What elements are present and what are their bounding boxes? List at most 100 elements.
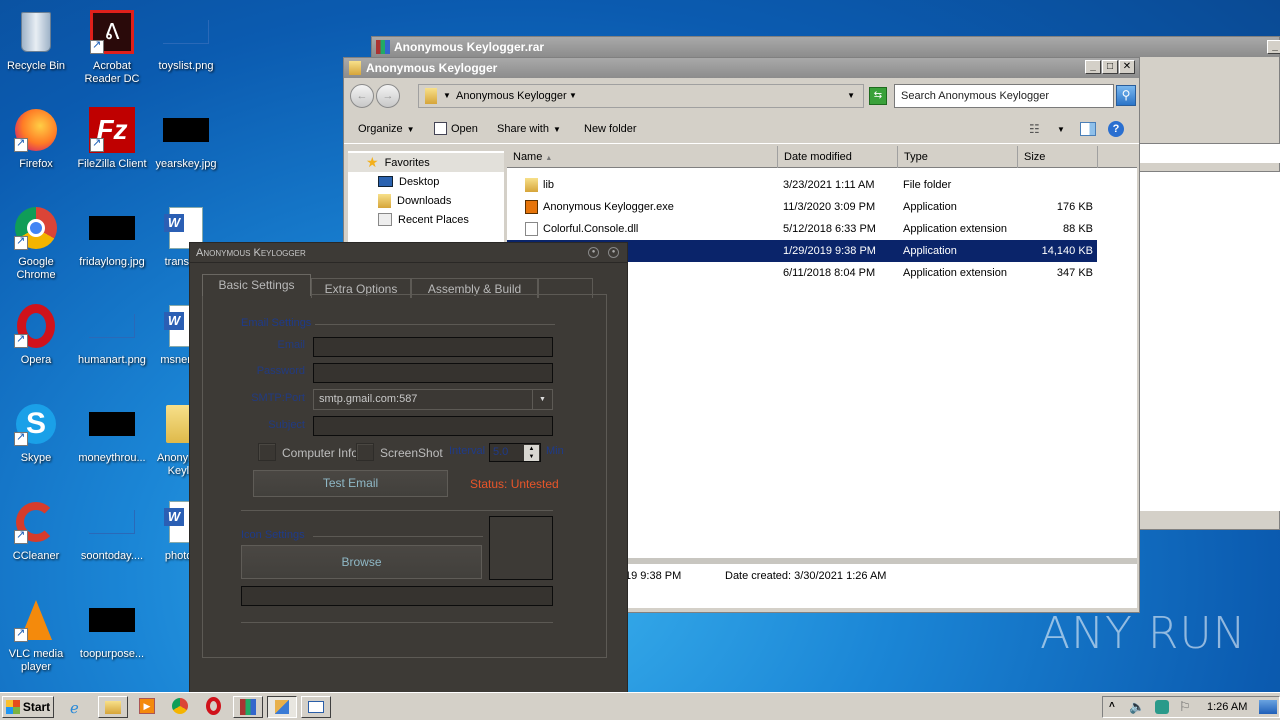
- recycle-bin-icon: [12, 8, 60, 56]
- desktop-icon-firefox[interactable]: Firefox: [0, 106, 74, 171]
- star-icon: ★: [366, 154, 379, 170]
- breadcrumb-current[interactable]: Anonymous Keylogger: [456, 90, 567, 102]
- desktop-icon-skype[interactable]: S Skype: [0, 400, 74, 465]
- new-folder-button[interactable]: New folder: [584, 123, 637, 135]
- browse-button[interactable]: Browse: [241, 545, 482, 579]
- column-header-type[interactable]: Type: [898, 146, 1018, 168]
- keylogger-window[interactable]: Anonymous Keylogger ● ● Basic Settings E…: [189, 242, 628, 693]
- desktop-icon-toyslist[interactable]: toyslist.png: [148, 8, 224, 73]
- maximize-button[interactable]: □: [1102, 60, 1118, 74]
- show-hidden-icons[interactable]: ˄: [1109, 700, 1115, 711]
- password-input[interactable]: [313, 363, 553, 383]
- search-placeholder: Search Anonymous Keylogger: [901, 90, 1049, 102]
- minimize-button[interactable]: ●: [588, 247, 599, 258]
- view-dropdown-icon[interactable]: ▼: [1057, 125, 1065, 134]
- desktop-icon-acrobat[interactable]: ᕕ Acrobat Reader DC: [74, 8, 150, 86]
- desktop-icon-fridaylong[interactable]: fridaylong.jpg: [74, 204, 150, 269]
- dll-icon: [525, 222, 538, 236]
- chrome-icon[interactable]: [172, 698, 188, 714]
- taskbar-winrar[interactable]: [233, 696, 263, 718]
- help-icon[interactable]: ?: [1108, 121, 1124, 137]
- action-center-flag-icon[interactable]: ⚐: [1179, 699, 1191, 715]
- winrar-titlebar[interactable]: Anonymous Keylogger.rar _: [372, 37, 1280, 57]
- column-header-name[interactable]: Name ▲: [507, 146, 778, 168]
- desktop-icon-recycle-bin[interactable]: Recycle Bin: [0, 8, 74, 73]
- breadcrumb-dropdown-icon[interactable]: ▼: [569, 91, 577, 100]
- spinner-down-icon[interactable]: ▼: [524, 453, 539, 461]
- screenshot-label[interactable]: ScreenShot: [380, 446, 443, 460]
- email-input[interactable]: [313, 337, 553, 357]
- column-header-size[interactable]: Size: [1018, 146, 1098, 168]
- nav-desktop[interactable]: Desktop: [348, 172, 504, 191]
- winrar-file-list[interactable]: [1140, 171, 1280, 511]
- taskbar-explorer-window[interactable]: [267, 696, 297, 718]
- file-name: lib: [543, 179, 555, 191]
- nav-downloads[interactable]: Downloads: [348, 191, 504, 210]
- open-icon: [434, 122, 447, 135]
- refresh-icon[interactable]: ⇆: [869, 87, 887, 105]
- tab-basic-settings[interactable]: Basic Settings: [202, 274, 311, 296]
- basic-settings-panel: Email Settings Email Password SMTP:Port …: [202, 294, 607, 658]
- media-player-icon[interactable]: ▶: [139, 698, 155, 714]
- desktop-icon-vlc[interactable]: VLC media player: [0, 596, 74, 674]
- desktop-icon-toopurpose[interactable]: toopurpose...: [74, 596, 150, 661]
- forward-button[interactable]: →: [376, 84, 400, 108]
- subject-input[interactable]: [313, 416, 553, 436]
- desktop-icon-opera[interactable]: Opera: [0, 302, 74, 367]
- file-row[interactable]: Colorful.Console.dll 5/12/2018 6:33 PM App…: [507, 218, 1097, 240]
- organize-button[interactable]: Organize ▼: [358, 123, 415, 135]
- close-button[interactable]: ✕: [1119, 60, 1135, 74]
- icon-path-input[interactable]: [241, 586, 553, 606]
- desktop-icon-filezilla[interactable]: Fz FileZilla Client: [74, 106, 150, 171]
- nav-favorites[interactable]: ★ Favorites: [348, 153, 504, 172]
- computer-info-label[interactable]: Computer Info: [282, 446, 358, 460]
- chevron-down-icon[interactable]: ▼: [532, 390, 552, 409]
- preview-pane-icon[interactable]: [1080, 122, 1096, 136]
- file-type: File folder: [903, 179, 952, 191]
- search-icon[interactable]: ⚲: [1116, 85, 1136, 106]
- internet-explorer-icon[interactable]: ℯ: [70, 699, 79, 717]
- command-bar: Organize ▼ Open Share with ▼ New folder ☷ …: [344, 114, 1139, 144]
- share-with-button[interactable]: Share with ▼: [497, 123, 561, 135]
- desktop-icon-yearskey[interactable]: yearskey.jpg: [148, 106, 224, 171]
- taskbar-explorer[interactable]: [98, 696, 128, 718]
- back-button[interactable]: ←: [350, 84, 374, 108]
- file-type: Application extension: [903, 223, 1007, 235]
- explorer-titlebar[interactable]: Anonymous Keylogger _ □ ✕: [344, 58, 1139, 78]
- taskbar-keylogger-window[interactable]: [301, 696, 331, 718]
- nav-recent-places[interactable]: Recent Places: [348, 210, 504, 229]
- column-headers: Name ▲ Date modified Type Size: [507, 146, 1137, 168]
- close-button[interactable]: ●: [608, 247, 619, 258]
- spinner-up-icon[interactable]: ▲: [524, 445, 539, 453]
- recent-places-icon: [378, 213, 392, 226]
- keylogger-titlebar[interactable]: Anonymous Keylogger ● ●: [190, 243, 627, 263]
- interval-spinner[interactable]: 5.0 ▲ ▼: [489, 443, 541, 462]
- search-box[interactable]: Search Anonymous Keylogger: [894, 84, 1114, 108]
- winrar-minimize-button[interactable]: _: [1267, 40, 1280, 54]
- view-options-icon[interactable]: ☷: [1029, 122, 1040, 136]
- screenshot-checkbox[interactable]: [356, 443, 374, 461]
- open-button[interactable]: Open: [434, 122, 478, 135]
- test-email-button[interactable]: Test Email: [253, 470, 448, 497]
- desktop-icon-humanart[interactable]: humanart.png: [74, 302, 150, 367]
- clock[interactable]: 1:26 AM: [1207, 701, 1247, 713]
- opera-icon[interactable]: [206, 697, 221, 715]
- breadcrumb-chevron-icon[interactable]: ▼: [443, 91, 451, 100]
- file-row[interactable]: Anonymous Keylogger.exe 11/3/2020 3:09 PM…: [507, 196, 1097, 218]
- network-icon[interactable]: [1155, 700, 1169, 714]
- desktop-icon-moneythrou[interactable]: moneythrou...: [74, 400, 150, 465]
- address-bar[interactable]: ▼ Anonymous Keylogger ▼ ▼: [418, 84, 864, 108]
- taskbar: Start ℯ ▶ ˄ 🔈 ⚐ 1:26 AM: [0, 692, 1280, 720]
- smtp-select[interactable]: smtp.gmail.com:587 ▼: [313, 389, 553, 410]
- desktop-icon-chrome[interactable]: Google Chrome: [0, 204, 74, 282]
- column-header-date[interactable]: Date modified: [778, 146, 898, 168]
- computer-info-checkbox[interactable]: [258, 443, 276, 461]
- volume-icon[interactable]: 🔈: [1129, 699, 1145, 715]
- desktop-icon-soontoday[interactable]: soontoday....: [74, 498, 150, 563]
- file-row[interactable]: lib 3/23/2021 1:11 AM File folder: [507, 174, 1097, 196]
- address-history-dropdown-icon[interactable]: ▼: [847, 91, 855, 100]
- minimize-button[interactable]: _: [1085, 60, 1101, 74]
- show-desktop-button[interactable]: [1259, 700, 1277, 714]
- desktop-icon-ccleaner[interactable]: CCleaner: [0, 498, 74, 563]
- start-button[interactable]: Start: [2, 696, 54, 718]
